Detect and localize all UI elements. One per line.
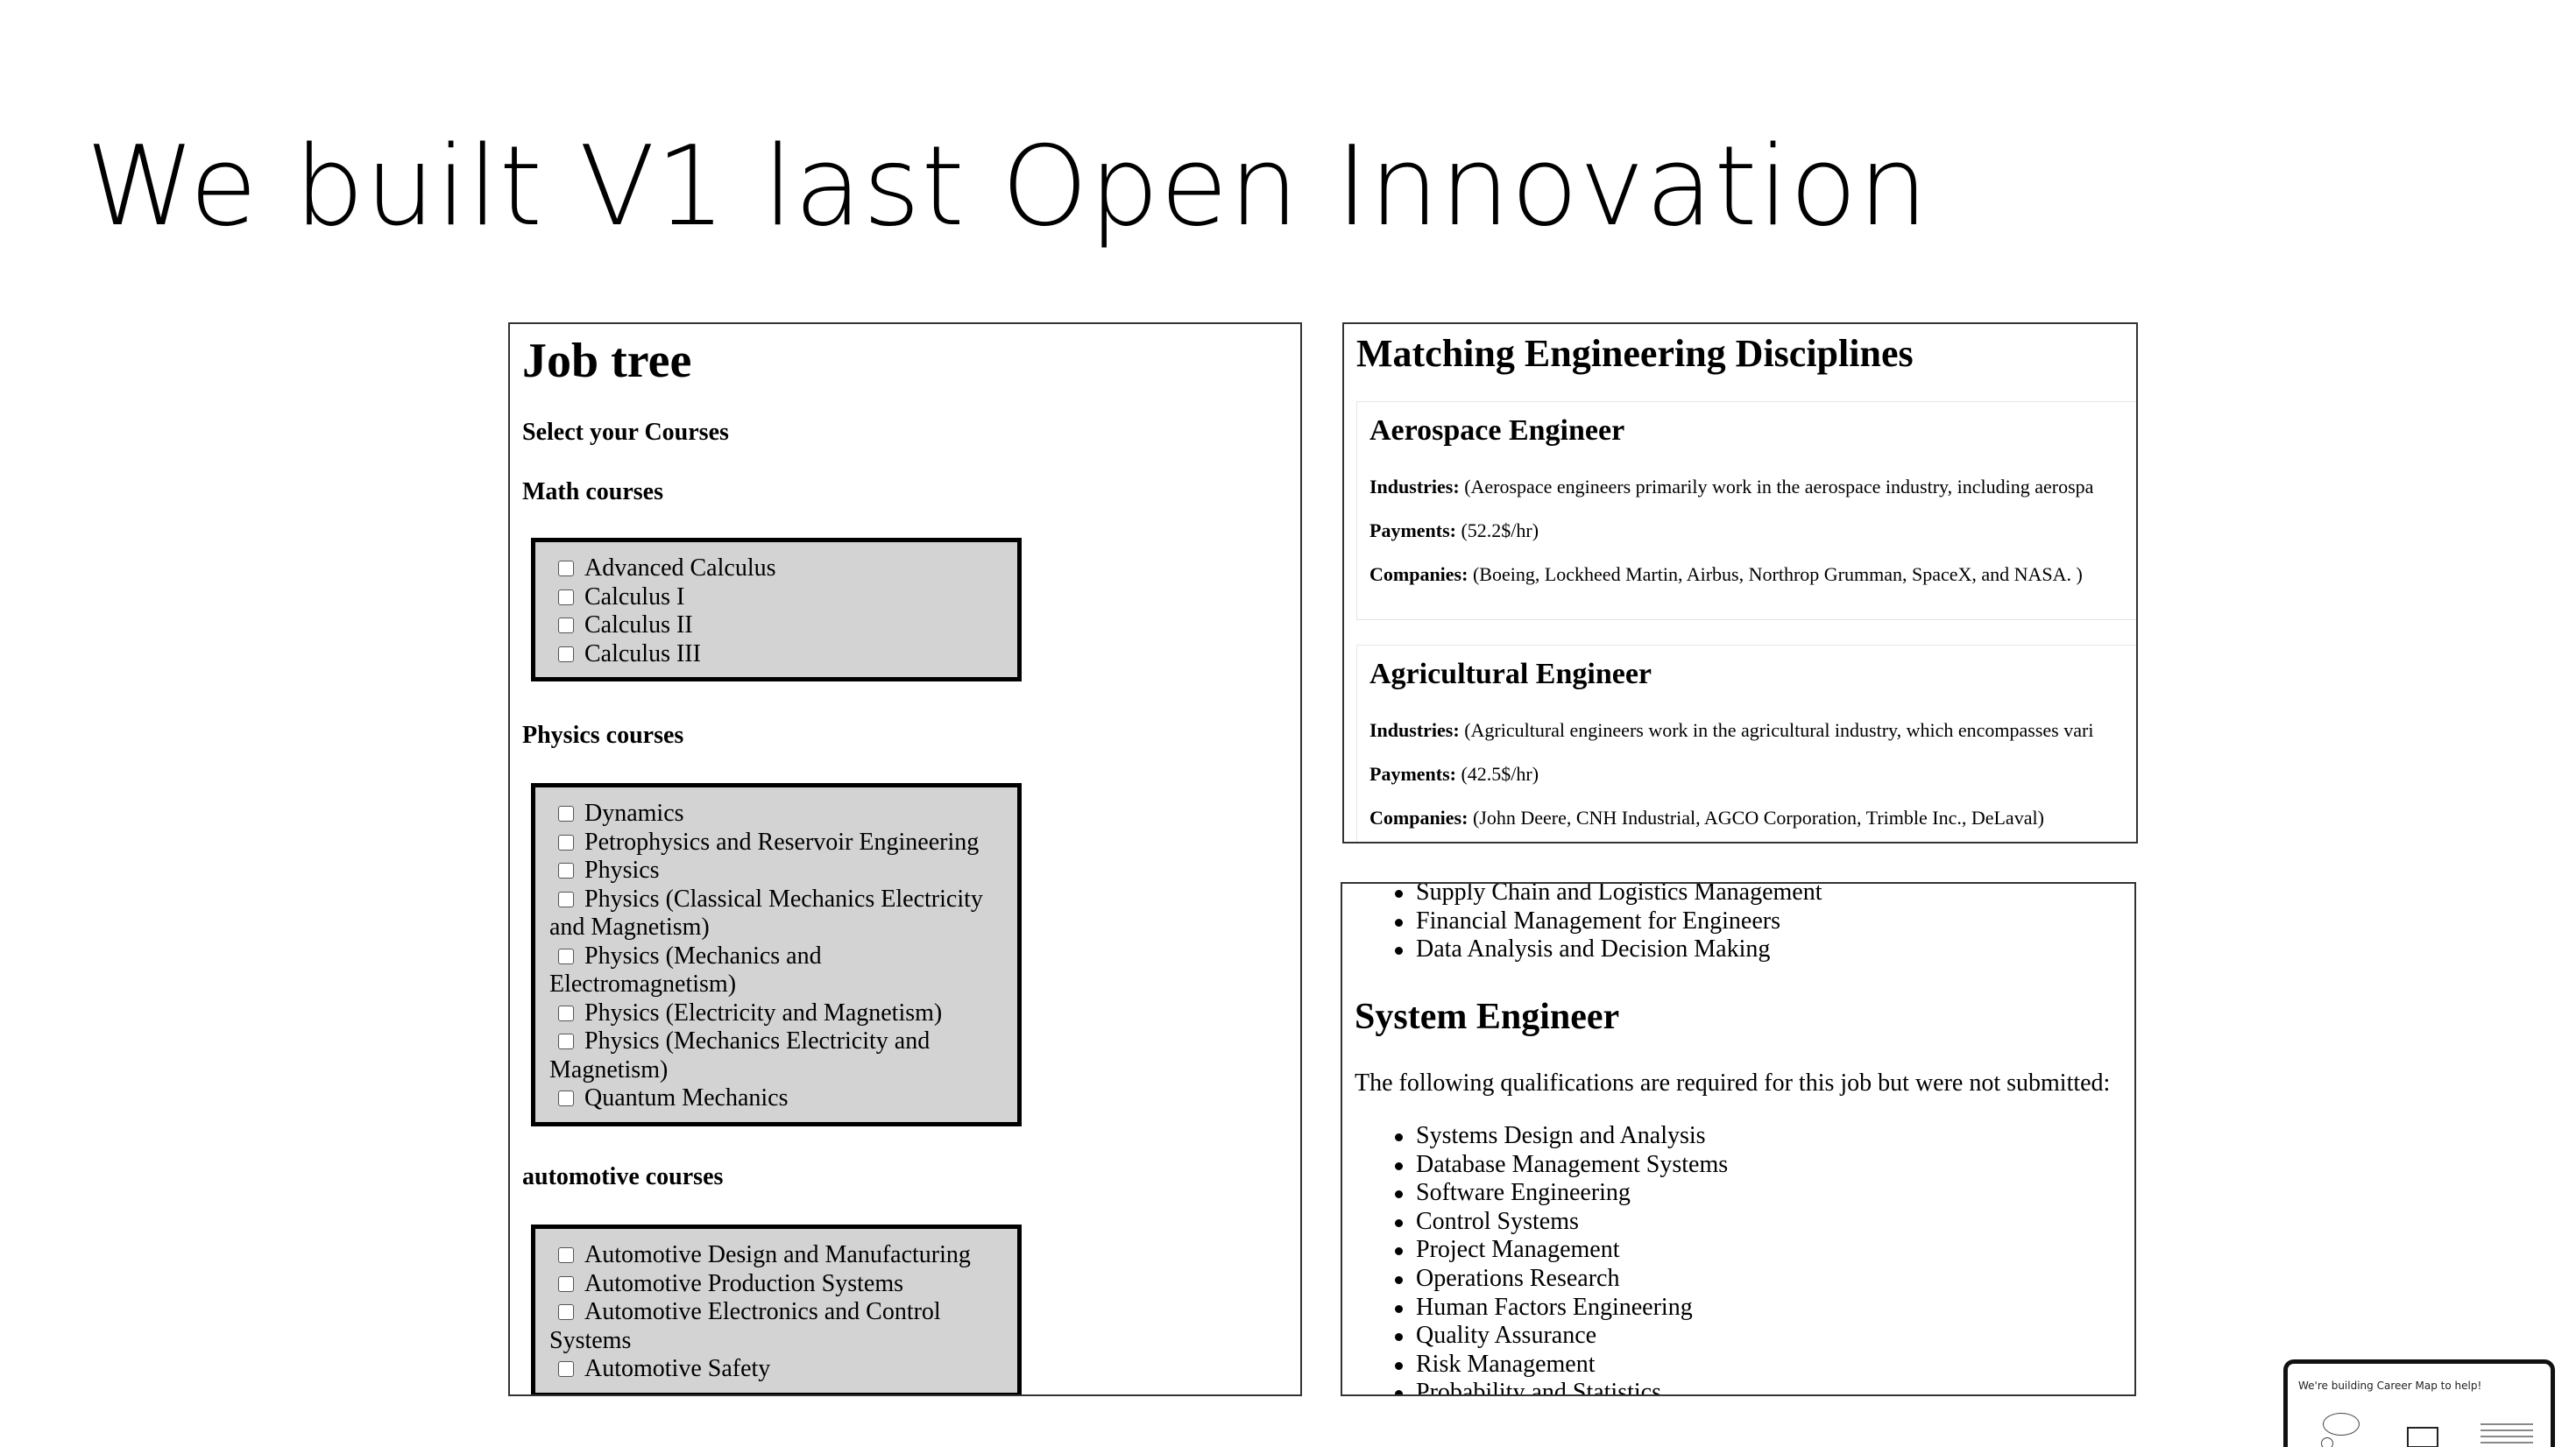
checkbox[interactable]: [558, 806, 574, 822]
checkbox[interactable]: [558, 589, 574, 605]
course-item[interactable]: Physics (Electricity and Magnetism): [549, 999, 1003, 1028]
checkbox[interactable]: [558, 1275, 574, 1292]
checkbox[interactable]: [558, 891, 574, 907]
industries-row: Industries: (Aerospace engineers primari…: [1369, 476, 2094, 498]
course-item[interactable]: Calculus II: [549, 611, 1003, 640]
course-item[interactable]: Physics: [549, 857, 1003, 886]
payments-row: Payments: (42.5$/hr): [1369, 763, 1539, 785]
checkbox[interactable]: [558, 863, 574, 879]
list-item: Project Management: [1342, 1236, 1728, 1265]
list-item: Financial Management for Engineers: [1342, 907, 1822, 936]
checkbox[interactable]: [558, 1247, 574, 1263]
list-item: Control Systems: [1342, 1208, 1728, 1237]
matching-disciplines-panel: Matching Engineering Disciplines Aerospa…: [1342, 322, 2138, 843]
matching-title: Matching Engineering Disciplines: [1356, 332, 1914, 375]
select-courses-label: Select your Courses: [522, 419, 729, 446]
automotive-courses-list: Automotive Design and Manufacturing Auto…: [531, 1225, 1022, 1394]
job-tree-title: Job tree: [522, 334, 692, 388]
checkbox[interactable]: [558, 1091, 574, 1106]
checkbox[interactable]: [558, 1361, 574, 1377]
checkbox[interactable]: [558, 1034, 574, 1049]
requirements-panel: Supply Chain and Logistics Management Fi…: [1341, 882, 2136, 1396]
checkbox[interactable]: [558, 834, 574, 851]
course-item[interactable]: Petrophysics and Reservoir Engineering: [549, 829, 1003, 858]
course-item[interactable]: Calculus I: [549, 583, 1003, 612]
course-item[interactable]: Automotive Design and Manufacturing: [549, 1241, 1003, 1270]
discipline-name: Aerospace Engineer: [1369, 414, 1625, 447]
list-item: Software Engineering: [1342, 1179, 1728, 1208]
list-item: Probability and Statistics: [1342, 1379, 1728, 1394]
physics-courses-heading: Physics courses: [522, 722, 684, 749]
speech-bubble-icon: [2323, 1413, 2360, 1436]
discipline-name: Agricultural Engineer: [1369, 658, 1652, 690]
course-item[interactable]: Quantum Mechanics: [549, 1084, 1003, 1113]
course-item[interactable]: Automotive Safety: [549, 1355, 1003, 1384]
list-item: Data Analysis and Decision Making: [1342, 935, 1822, 964]
slide-title: We built V1 last Open Innovation: [86, 122, 1929, 251]
checkbox[interactable]: [558, 1005, 574, 1021]
thumbnail-text: We're building Career Map to help!: [2298, 1380, 2482, 1392]
rectangle-icon: [2407, 1427, 2438, 1447]
course-item[interactable]: Physics (Mechanics Electricity and Magne…: [549, 1027, 1003, 1084]
job-title: System Engineer: [1355, 997, 1620, 1037]
list-item: Quality Assurance: [1342, 1322, 1728, 1351]
math-courses-list: Advanced Calculus Calculus I Calculus II…: [531, 538, 1022, 681]
circle-icon: [2321, 1437, 2333, 1447]
course-item[interactable]: Calculus III: [549, 640, 1003, 669]
list-item: Risk Management: [1342, 1351, 1728, 1380]
discipline-card-aerospace: Aerospace Engineer Industries: (Aerospac…: [1356, 401, 2136, 620]
discipline-card-agricultural: Agricultural Engineer Industries: (Agric…: [1356, 645, 2136, 842]
companies-row: Companies: (John Deere, CNH Industrial, …: [1369, 807, 2044, 829]
list-item: Database Management Systems: [1342, 1151, 1728, 1180]
list-item: Human Factors Engineering: [1342, 1294, 1728, 1323]
automotive-courses-heading: automotive courses: [522, 1163, 724, 1190]
course-item[interactable]: Automotive Production Systems: [549, 1270, 1003, 1299]
checkbox[interactable]: [558, 618, 574, 633]
list-item: Supply Chain and Logistics Management: [1342, 884, 1822, 907]
checkbox[interactable]: [558, 1304, 574, 1320]
document-icon: [2480, 1423, 2533, 1447]
previous-requirements-list: Supply Chain and Logistics Management Fi…: [1342, 884, 1822, 964]
list-item: Operations Research: [1342, 1265, 1728, 1294]
checkbox[interactable]: [558, 948, 574, 964]
course-item[interactable]: Physics (Mechanics and Electromagnetism): [549, 942, 1003, 999]
industries-row: Industries: (Agricultural engineers work…: [1369, 719, 2094, 741]
checkbox[interactable]: [558, 646, 574, 662]
physics-courses-list: Dynamics Petrophysics and Reservoir Engi…: [531, 783, 1022, 1126]
list-item: Systems Design and Analysis: [1342, 1122, 1728, 1151]
companies-row: Companies: (Boeing, Lockheed Martin, Air…: [1369, 563, 2083, 585]
payments-row: Payments: (52.2$/hr): [1369, 519, 1539, 541]
course-item[interactable]: Automotive Electronics and Control Syste…: [549, 1298, 1003, 1355]
job-tree-panel: Job tree Select your Courses Math course…: [508, 322, 1302, 1396]
course-item[interactable]: Physics (Classical Mechanics Electricity…: [549, 886, 1003, 942]
math-courses-heading: Math courses: [522, 478, 663, 505]
course-item[interactable]: Advanced Calculus: [549, 554, 1003, 583]
missing-qualifications-message: The following qualifications are require…: [1355, 1069, 2111, 1097]
course-item[interactable]: Dynamics: [549, 800, 1003, 829]
missing-qualifications-list: Systems Design and Analysis Database Man…: [1342, 1122, 1728, 1394]
checkbox[interactable]: [558, 561, 574, 576]
next-slide-thumbnail[interactable]: We're building Career Map to help!: [2283, 1359, 2555, 1447]
